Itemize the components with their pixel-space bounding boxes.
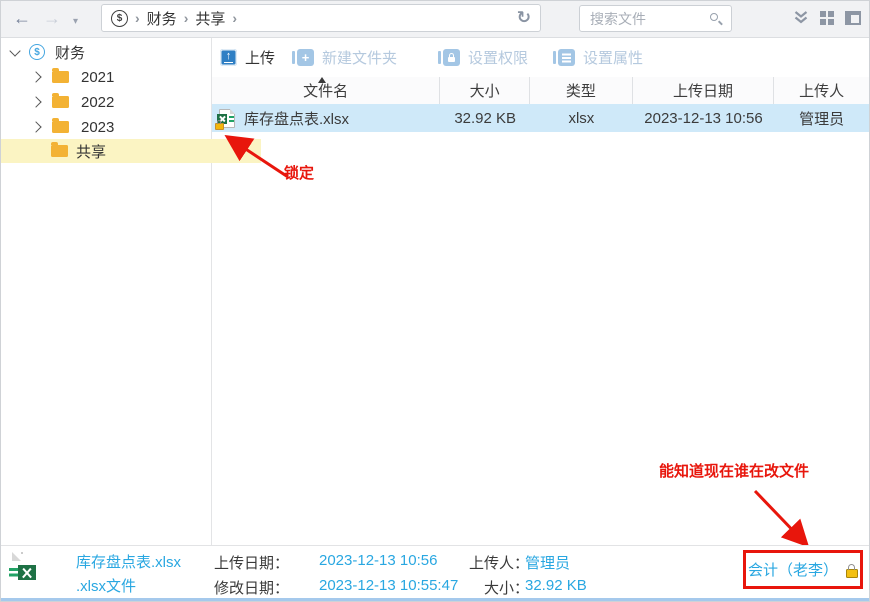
annotation-arrow-to-lock <box>214 129 304 187</box>
action-toolbar: ↑ 上传 + 新建文件夹 设置权限 设置属性 <box>212 38 869 76</box>
chevron-down-icon[interactable] <box>9 45 20 56</box>
editing-user-highlight-box: 会计（老李） <box>743 550 863 589</box>
file-upload-date-cell: 2023-12-13 10:56 <box>633 110 775 127</box>
search-input[interactable] <box>588 10 709 28</box>
tree-label[interactable]: 财务 <box>55 42 85 63</box>
tree-node-2022[interactable]: 2022 <box>1 90 242 114</box>
refresh-icon[interactable]: ↻ <box>517 8 531 28</box>
file-name-text: 库存盘点表.xlsx <box>244 108 349 129</box>
attribute-list-icon <box>558 49 575 66</box>
file-type-cell: xlsx <box>530 110 633 127</box>
editing-lock-icon <box>846 569 858 578</box>
set-attribute-button-disabled[interactable]: 设置属性 <box>553 47 643 68</box>
back-arrow-icon[interactable]: ← <box>13 8 31 28</box>
permission-lock-icon <box>443 49 460 66</box>
breadcrumb-item-finance[interactable]: 财务 <box>147 8 177 29</box>
column-header-label: 大小 <box>470 80 500 101</box>
tree-node-2023[interactable]: 2023 <box>1 115 242 139</box>
modify-date-value: 2023-12-13 10:55:47 <box>319 577 458 594</box>
finance-drive-icon: $ <box>29 44 45 60</box>
column-header-upload-date[interactable]: 上传日期 <box>633 77 775 104</box>
file-uploader-cell: 管理员 <box>774 108 869 129</box>
annotation-arrow-to-editing-user <box>739 485 824 551</box>
tree-label[interactable]: 2021 <box>81 69 114 86</box>
upload-label: 上传 <box>245 47 275 68</box>
breadcrumb-item-share[interactable]: 共享 <box>195 8 225 29</box>
collapse-double-chevron-icon[interactable] <box>793 10 809 25</box>
excel-file-icon <box>219 109 235 128</box>
folder-tree-sidebar: $ 财务 2021 2022 2023 共享 <box>1 38 212 546</box>
tree-node-finance[interactable]: $ 财务 <box>1 40 221 64</box>
set-permission-label: 设置权限 <box>468 47 528 68</box>
upload-date-value: 2023-12-13 10:56 <box>319 552 437 569</box>
excel-x-badge <box>18 565 36 580</box>
modify-date-label: 修改日期： <box>214 577 289 598</box>
editing-user-name: 会计（老李） <box>748 559 838 580</box>
file-name-cell[interactable]: 库存盘点表.xlsx <box>212 108 440 129</box>
history-dropdown-icon[interactable]: ▾ <box>73 12 78 32</box>
top-bar: ← → ▾ $ › 财务 › 共享 › ↻ <box>1 1 869 38</box>
column-header-type[interactable]: 类型 <box>530 77 633 104</box>
new-folder-label: 新建文件夹 <box>322 47 397 68</box>
folder-icon <box>51 145 68 157</box>
tree-label[interactable]: 共享 <box>76 141 106 162</box>
detail-panel-icon[interactable] <box>845 11 861 25</box>
annotation-who-editing-label: 能知道现在谁在改文件 <box>659 460 809 481</box>
file-manager-window: ← → ▾ $ › 财务 › 共享 › ↻ $ <box>0 0 870 602</box>
column-header-size[interactable]: 大小 <box>440 77 530 104</box>
status-bar: 库存盘点表.xlsx .xlsx文件 上传日期： 2023-12-13 10:5… <box>1 545 869 601</box>
upload-button[interactable]: ↑ 上传 <box>220 47 275 68</box>
column-header-label: 类型 <box>566 80 596 101</box>
forward-arrow-icon[interactable]: → <box>43 8 61 28</box>
column-header-label: 文件名 <box>303 80 348 101</box>
breadcrumb-separator: › <box>135 10 140 26</box>
column-header-uploader[interactable]: 上传人 <box>774 77 869 104</box>
tree-label[interactable]: 2022 <box>81 94 114 111</box>
chevron-right-icon[interactable] <box>30 71 41 82</box>
breadcrumb[interactable]: $ › 财务 › 共享 › ↻ <box>101 4 541 32</box>
set-attribute-label: 设置属性 <box>583 47 643 68</box>
status-file-name: 库存盘点表.xlsx <box>76 551 181 572</box>
grid-view-icon[interactable] <box>820 11 834 25</box>
breadcrumb-separator: › <box>232 10 237 26</box>
new-folder-icon: + <box>297 49 314 66</box>
file-size-cell: 32.92 KB <box>440 110 530 127</box>
search-box[interactable] <box>579 5 732 32</box>
tree-label[interactable]: 2023 <box>81 119 114 136</box>
new-folder-button-disabled[interactable]: + 新建文件夹 <box>292 47 397 68</box>
size-value: 32.92 KB <box>525 577 587 594</box>
upload-date-label: 上传日期： <box>214 552 289 573</box>
status-file-type: .xlsx文件 <box>76 575 136 596</box>
search-icon[interactable] <box>709 12 723 26</box>
upload-icon: ↑ <box>220 49 237 66</box>
chevron-right-icon[interactable] <box>30 121 41 132</box>
view-controls <box>793 10 861 25</box>
folder-icon <box>52 121 69 133</box>
tree-node-2021[interactable]: 2021 <box>1 65 242 89</box>
table-row-selected[interactable]: 库存盘点表.xlsx 32.92 KB xlsx 2023-12-13 10:5… <box>212 104 869 132</box>
size-label: 大小： <box>484 577 529 598</box>
breadcrumb-separator: › <box>184 10 189 26</box>
file-table-header: 文件名 大小 类型 上传日期 上传人 <box>212 77 869 105</box>
uploader-label: 上传人： <box>469 552 529 573</box>
uploader-value: 管理员 <box>525 552 570 573</box>
column-header-filename[interactable]: 文件名 <box>212 77 440 104</box>
folder-icon <box>52 96 69 108</box>
chevron-right-icon[interactable] <box>30 96 41 107</box>
sort-ascending-icon <box>318 77 326 83</box>
column-header-label: 上传日期 <box>673 80 733 101</box>
set-permission-button-disabled[interactable]: 设置权限 <box>438 47 528 68</box>
folder-icon <box>52 71 69 83</box>
column-header-label: 上传人 <box>799 80 844 101</box>
finance-root-icon[interactable]: $ <box>111 10 128 27</box>
